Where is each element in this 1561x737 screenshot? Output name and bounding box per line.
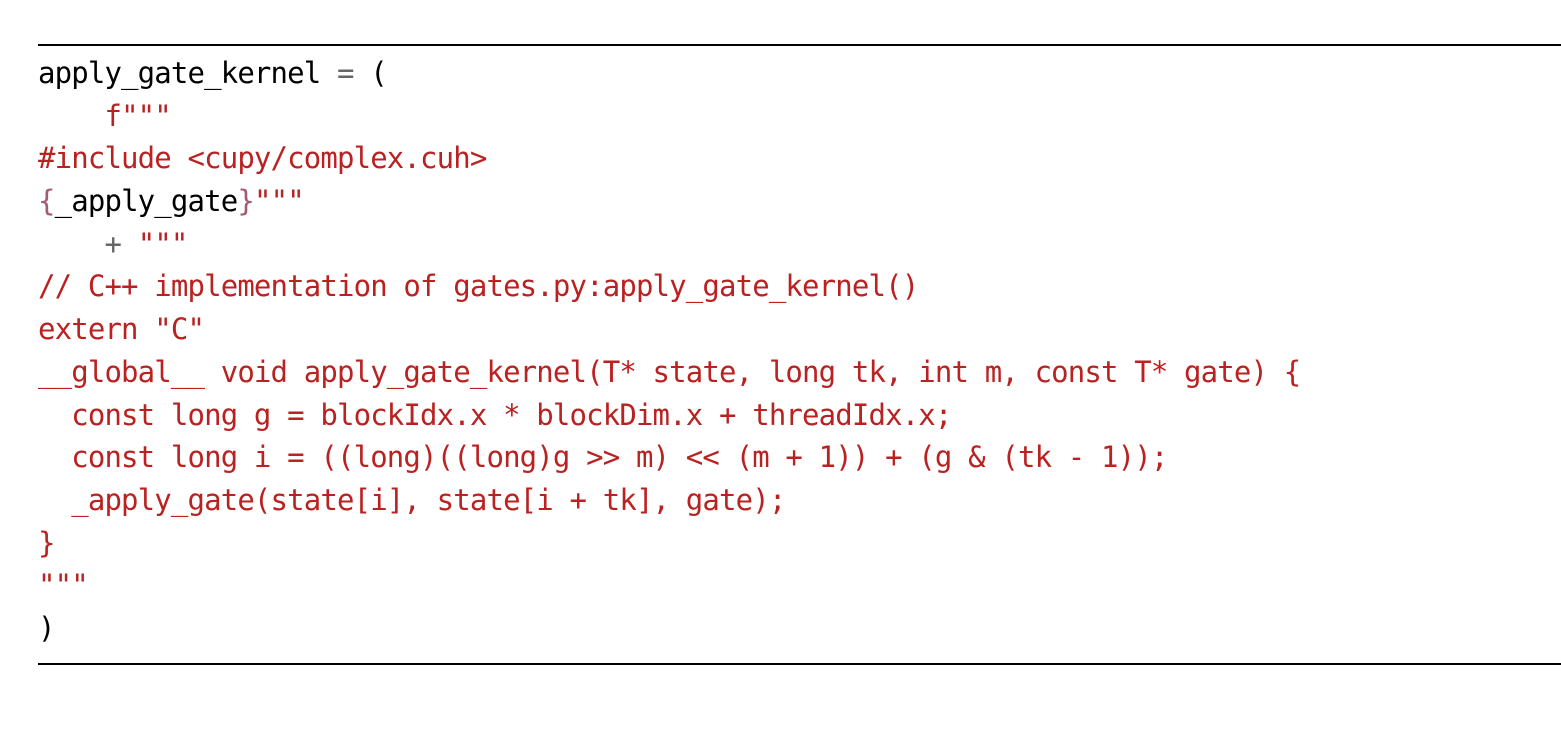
top-rule xyxy=(38,44,1561,46)
variable-name: apply_gate_kernel xyxy=(38,56,321,90)
code-line-1: apply_gate_kernel = ( xyxy=(38,52,1300,95)
kernel-close-brace: } xyxy=(38,525,55,560)
fstring-open: f""" xyxy=(104,98,171,133)
code-line-7: extern "C" xyxy=(38,308,1300,351)
kernel-signature: __global__ void apply_gate_kernel(T* sta… xyxy=(38,354,1301,389)
open-paren: ( xyxy=(370,56,387,90)
interp-close-brace: } xyxy=(237,184,254,219)
string-close: """ xyxy=(38,568,89,603)
code-line-12: } xyxy=(38,522,1300,565)
code-line-6: // C++ implementation of gates.py:apply_… xyxy=(38,265,1300,308)
code-line-2: f""" xyxy=(38,95,1300,138)
code-line-5: + """ xyxy=(38,223,1300,266)
code-line-10: const long i = ((long)((long)g >> m) << … xyxy=(38,436,1300,479)
kernel-body-line: const long i = ((long)((long)g >> m) << … xyxy=(38,440,1168,475)
interp-variable: _apply_gate xyxy=(54,184,239,219)
assign-operator: = xyxy=(337,56,354,90)
code-listing: apply_gate_kernel = ( f""" #include <cupy… xyxy=(38,52,1301,650)
code-comment: // C++ implementation of gates.py:apply_… xyxy=(38,269,919,304)
extern-decl: extern "C" xyxy=(38,312,205,347)
string-open: """ xyxy=(137,226,189,261)
code-line-3: #include <cupy/complex.cuh> xyxy=(38,137,1300,180)
close-paren: ) xyxy=(38,610,55,645)
include-directive: #include <cupy/complex.cuh> xyxy=(38,141,487,176)
code-line-13: """ xyxy=(38,564,1300,607)
code-line-11: _apply_gate(state[i], state[i + tk], gat… xyxy=(38,479,1300,522)
plus-operator: + xyxy=(104,226,122,261)
code-line-14: ) xyxy=(38,607,1300,650)
interp-open-brace: { xyxy=(38,184,55,219)
bottom-rule xyxy=(38,663,1561,665)
kernel-body-line: _apply_gate(state[i], state[i + tk], gat… xyxy=(38,482,786,517)
string-close: """ xyxy=(253,184,305,219)
code-line-4: {_apply_gate}""" xyxy=(38,180,1300,223)
kernel-body-line: const long g = blockIdx.x * blockDim.x +… xyxy=(38,397,952,432)
code-line-8: __global__ void apply_gate_kernel(T* sta… xyxy=(38,351,1301,394)
code-line-9: const long g = blockIdx.x * blockDim.x +… xyxy=(38,394,1300,437)
